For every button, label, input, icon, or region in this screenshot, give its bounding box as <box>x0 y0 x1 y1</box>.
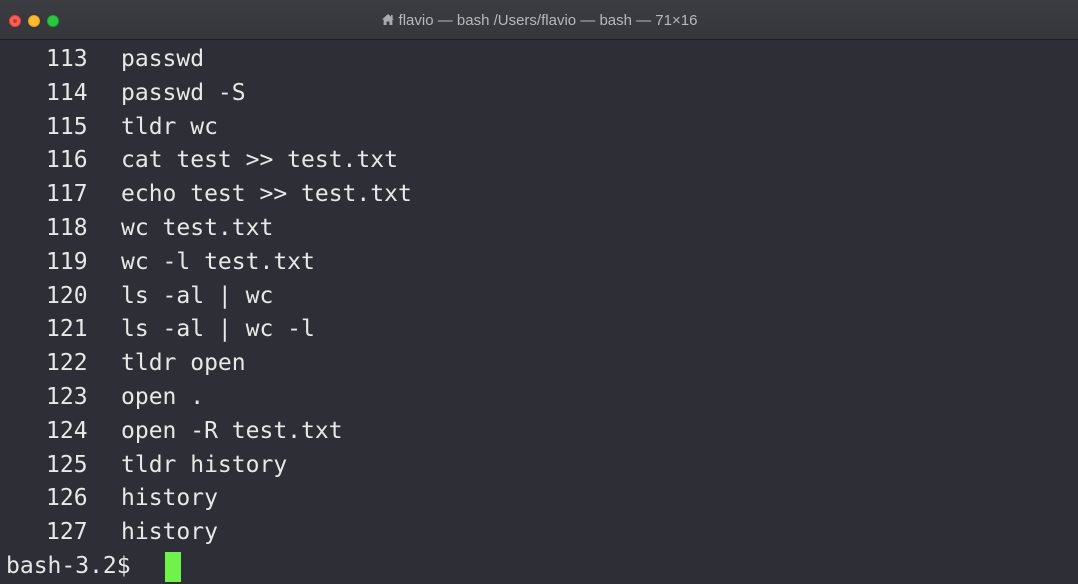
history-command: tldr wc <box>121 113 218 140</box>
history-number: 115 <box>46 113 88 140</box>
history-number: 116 <box>46 147 88 174</box>
window-title-text: flavio — bash /Users/flavio — bash — 71×… <box>398 12 698 29</box>
text-cursor <box>165 552 181 582</box>
history-number: 119 <box>46 248 88 275</box>
history-number: 122 <box>46 350 88 377</box>
history-command: open . <box>121 384 205 410</box>
history-command: wc -l test.txt <box>121 248 315 275</box>
history-command: history <box>121 485 218 512</box>
history-number: 125 <box>46 451 88 478</box>
history-number: 114 <box>46 79 88 106</box>
history-command: ls -al | wc -l <box>121 316 315 343</box>
history-command: tldr open <box>121 350 246 377</box>
history-command: passwd -S <box>121 79 246 106</box>
history-number: 117 <box>46 181 88 208</box>
history-command: cat test >> test.txt <box>121 147 398 174</box>
history-number: 124 <box>46 417 88 444</box>
history-number: 118 <box>46 215 88 241</box>
history-command: ls -al | wc <box>121 282 274 309</box>
terminal-output[interactable]: 113 passwd 114 passwd -S 115 tldr wc 116 cat te… <box>0 40 1078 584</box>
history-command: open -R test.txt <box>121 417 343 444</box>
history-number: 123 <box>46 384 88 410</box>
history-number: 127 <box>46 519 88 546</box>
home-icon <box>381 14 394 25</box>
history-command: history <box>121 519 218 546</box>
history-command: tldr history <box>121 451 288 478</box>
history-command: wc test.txt <box>121 215 274 241</box>
shell-prompt: bash-3.2$ <box>6 553 131 579</box>
history-command: passwd <box>121 46 205 72</box>
history-number: 121 <box>46 316 88 343</box>
window-title: flavio — bash /Users/flavio — bash — 71×… <box>0 12 1078 29</box>
history-number: 120 <box>46 282 88 309</box>
terminal-window: flavio — bash /Users/flavio — bash — 71×… <box>0 0 1078 584</box>
history-command: echo test >> test.txt <box>121 181 412 208</box>
history-number: 126 <box>46 485 88 512</box>
title-bar[interactable]: flavio — bash /Users/flavio — bash — 71×… <box>0 0 1078 40</box>
history-number: 113 <box>46 46 88 72</box>
